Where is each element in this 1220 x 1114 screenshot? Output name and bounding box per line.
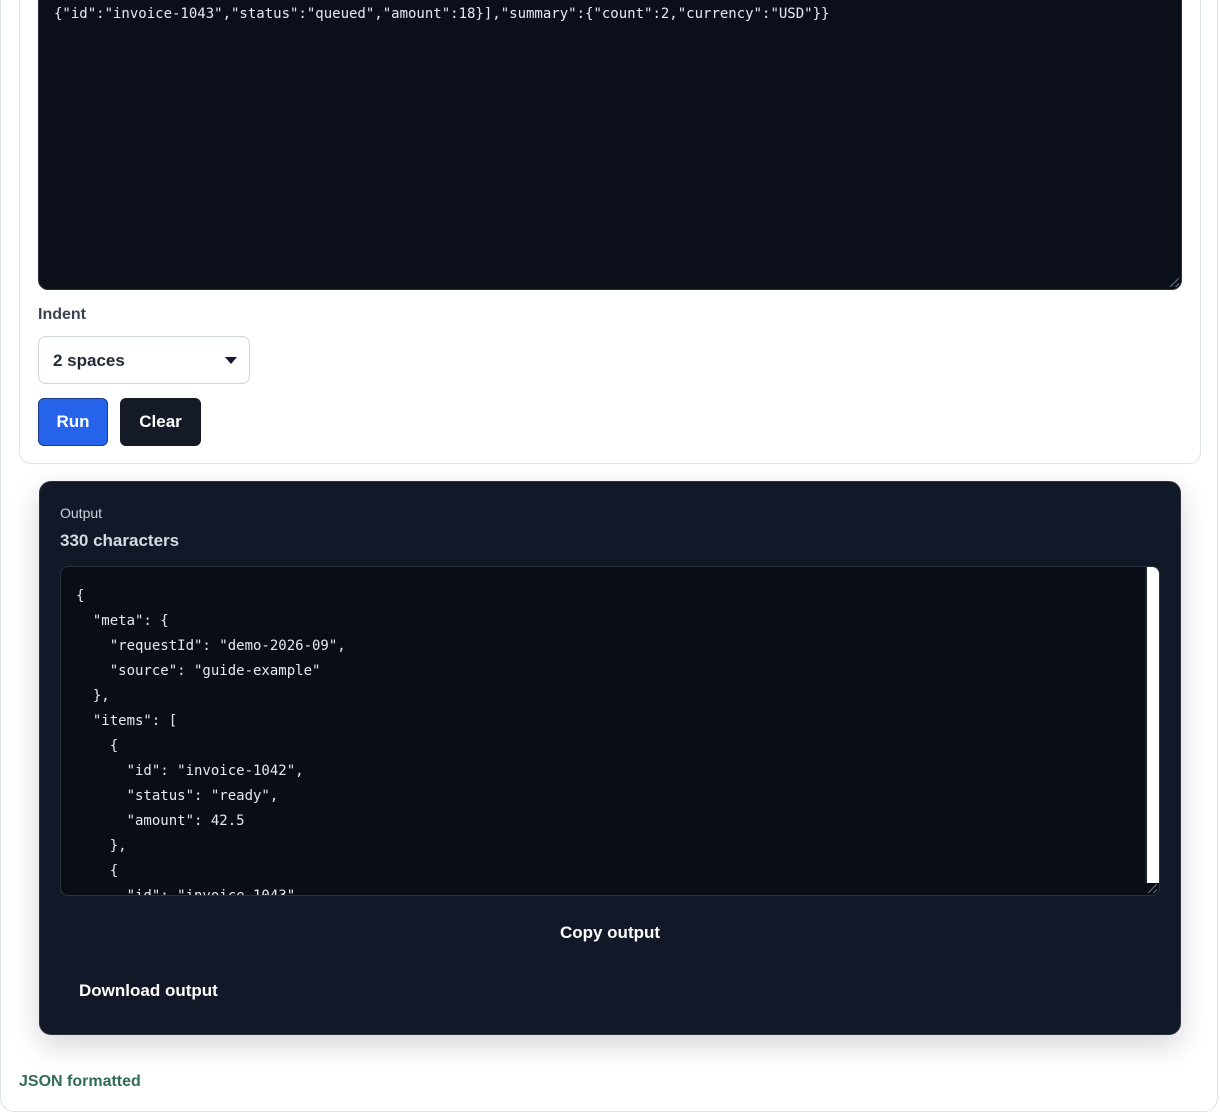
resize-grip-icon[interactable] [1148, 884, 1157, 893]
clear-button[interactable]: Clear [120, 398, 201, 446]
output-title: Output [60, 505, 103, 521]
output-scrollbar[interactable] [1147, 567, 1159, 883]
output-code: { "meta": { "requestId": "demo-2026-09",… [76, 588, 346, 896]
indent-selected-value: 2 spaces [53, 351, 125, 370]
indent-label: Indent [38, 306, 86, 323]
run-button[interactable]: Run [38, 398, 108, 446]
output-card: Output 330 characters { "meta": { "reque… [39, 481, 1181, 1035]
json-input-textarea[interactable]: {"id":"invoice-1043","status":"queued","… [38, 0, 1182, 290]
json-formatter-page: {"id":"invoice-1043","status":"queued","… [0, 0, 1220, 1114]
json-input-text: {"id":"invoice-1043","status":"queued","… [54, 6, 830, 22]
output-textarea[interactable]: { "meta": { "requestId": "demo-2026-09",… [60, 566, 1160, 896]
chevron-down-icon [225, 357, 237, 364]
status-message: JSON formatted [19, 1073, 141, 1090]
indent-select[interactable]: 2 spaces [38, 336, 250, 384]
copy-output-button[interactable]: Copy output [60, 910, 1160, 956]
resize-grip-icon[interactable] [1170, 278, 1179, 287]
download-output-button[interactable]: Download output [60, 968, 240, 1014]
output-character-count: 330 characters [60, 531, 180, 550]
